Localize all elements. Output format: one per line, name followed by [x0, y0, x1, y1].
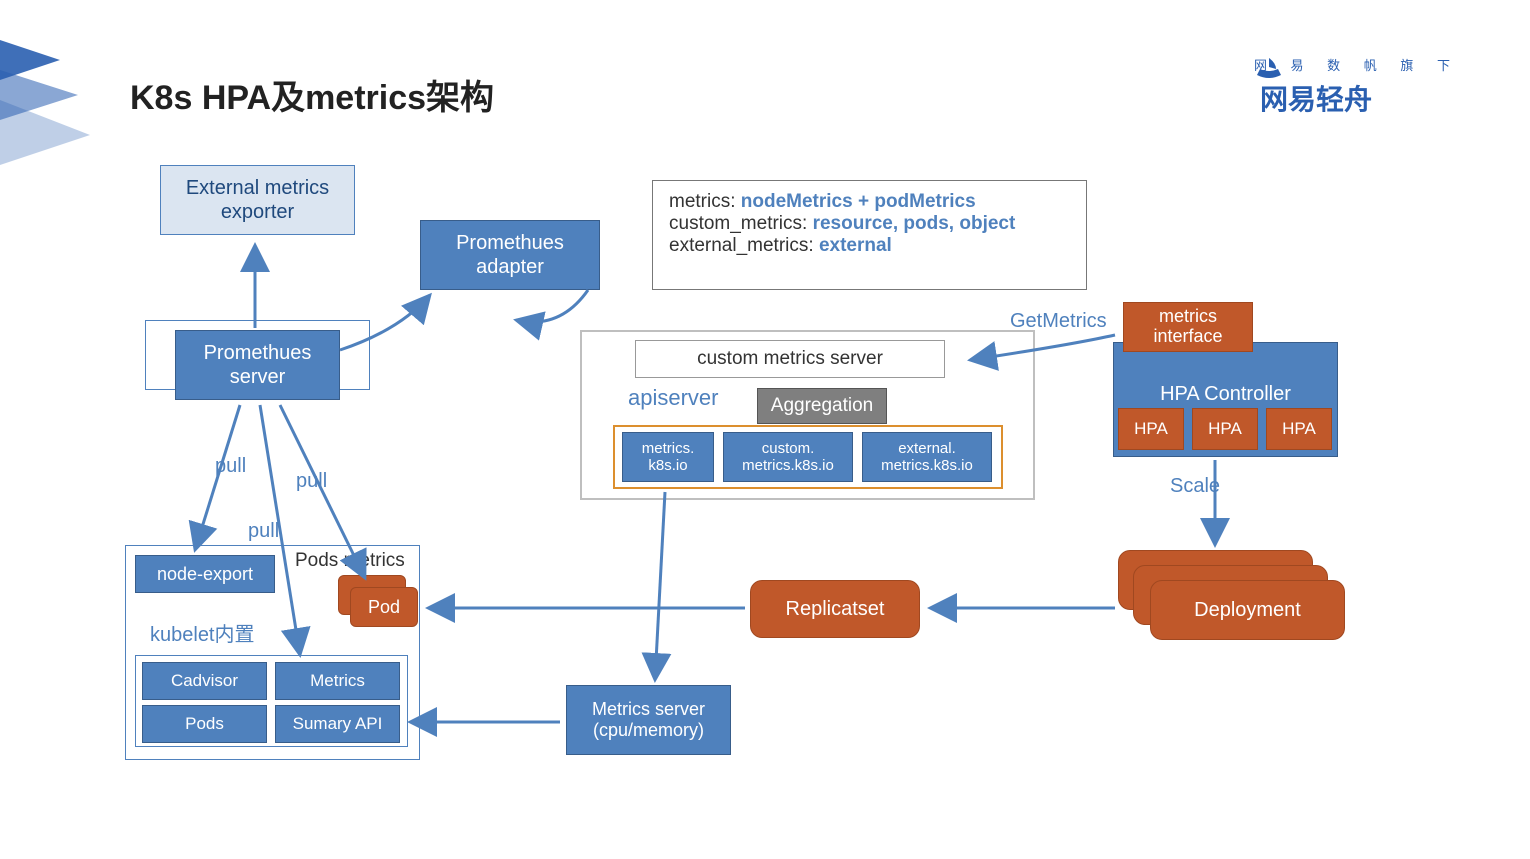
metrics-box: Metrics [275, 662, 400, 700]
legend-external-label: external_metrics: [669, 235, 819, 256]
external-exporter-box: External metrics exporter [160, 165, 355, 235]
legend-external-val: external [819, 235, 892, 256]
brand-logo: 网 易 数 帆 旗 下 网易轻舟 [1254, 55, 1460, 118]
hpa-box-1: HPA [1118, 408, 1184, 450]
legend-custom-label: custom_metrics: [669, 213, 813, 234]
cadvisor-box: Cadvisor [142, 662, 267, 700]
legend-metrics-label: metrics: [669, 191, 741, 212]
corner-decor-icon [0, 0, 100, 170]
custom-metrics-server-box: custom metrics server [635, 340, 945, 378]
kubelet-label: kubelet内置 [150, 618, 255, 647]
replicaset-box: Replicatset [750, 580, 920, 638]
brand-tagline: 网 易 数 帆 旗 下 [1254, 55, 1460, 74]
metrics-k8s-box: metrics. k8s.io [622, 432, 714, 482]
legend-metrics-val: nodeMetrics + podMetrics [741, 191, 976, 212]
metrics-interface-box: metrics interface [1123, 302, 1253, 352]
aggregation-box: Aggregation [757, 388, 887, 424]
prom-adapter-box: Promethues adapter [420, 220, 600, 290]
getmetrics-label: GetMetrics [1010, 310, 1107, 333]
prom-server-box: Promethues server [175, 330, 340, 400]
apiserver-label: apiserver [628, 385, 718, 411]
hpa-box-2: HPA [1192, 408, 1258, 450]
pull-label-1: pull [215, 455, 246, 478]
pull-label-2: pull [248, 520, 279, 543]
brand-name: 网易轻舟 [1260, 78, 1372, 118]
metrics-server-box: Metrics server (cpu/memory) [566, 685, 731, 755]
page-title: K8s HPA及metrics架构 [130, 70, 494, 119]
pull-label-3: pull [296, 470, 327, 493]
pods-box: Pods [142, 705, 267, 743]
pods-metrics-label: Pods metrics [295, 550, 405, 572]
node-export-box: node-export [135, 555, 275, 593]
hpa-box-3: HPA [1266, 408, 1332, 450]
legend-custom-val: resource, pods, object [813, 213, 1016, 234]
legend-box: metrics: nodeMetrics + podMetrics custom… [652, 180, 1087, 290]
pod-box: Pod [350, 587, 418, 627]
custom-k8s-box: custom. metrics.k8s.io [723, 432, 853, 482]
scale-label: Scale [1170, 475, 1220, 498]
external-k8s-box: external. metrics.k8s.io [862, 432, 992, 482]
deployment-box: Deployment [1150, 580, 1345, 640]
summary-api-box: Sumary API [275, 705, 400, 743]
